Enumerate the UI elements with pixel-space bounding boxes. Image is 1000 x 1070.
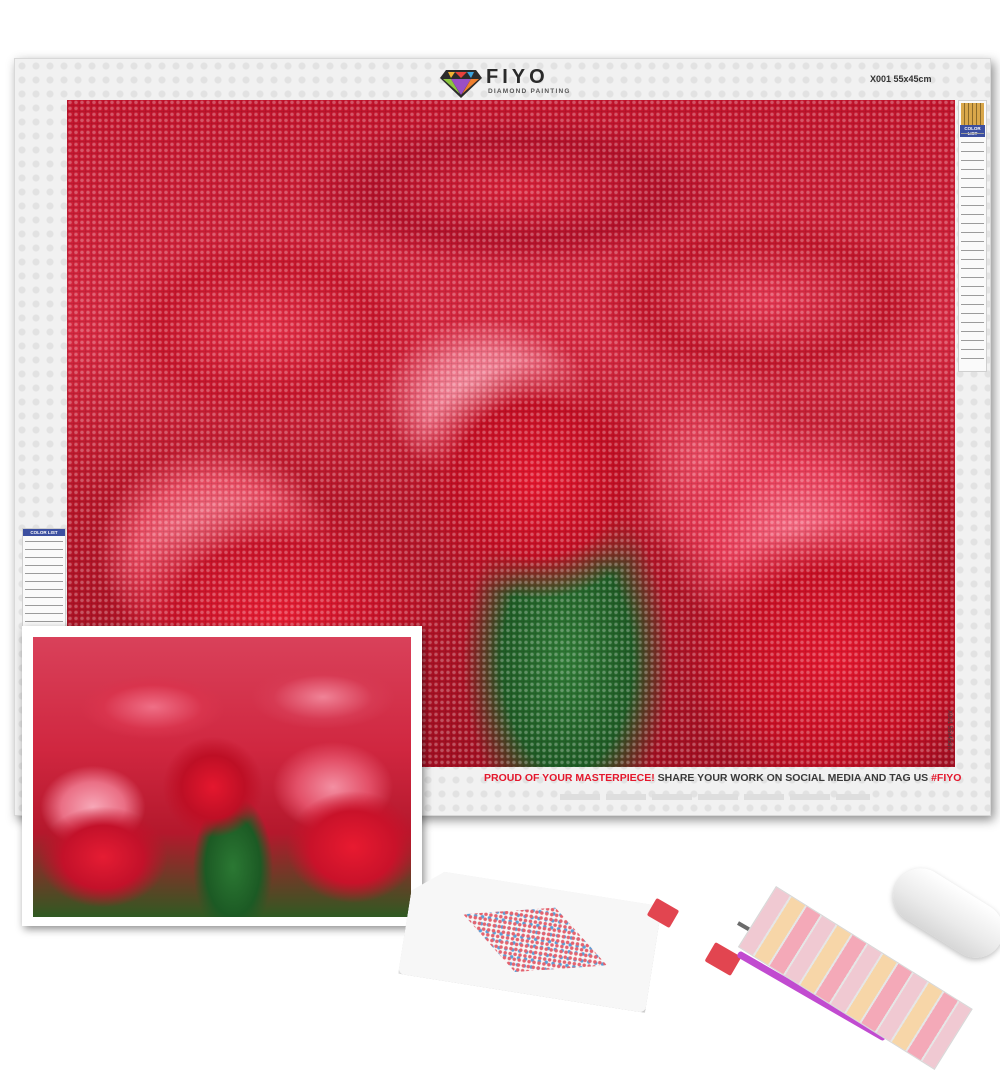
packaging-tube: [882, 858, 1000, 969]
color-list-right: COLOR LIST: [958, 100, 987, 372]
color-list-title: COLOR LIST: [23, 529, 65, 536]
brand-logo: FIYO DIAMOND PAINTING: [440, 66, 600, 100]
diamond-tray: [398, 867, 662, 1013]
footer-highlight: PROUD OF YOUR MASTERPIECE!: [484, 772, 655, 784]
color-list-swatch-strip: [961, 103, 984, 125]
canvas-side-code: X001 55x45cm: [946, 710, 952, 751]
color-list-left: COLOR LIST: [22, 528, 66, 635]
footer-message: PROUD OF YOUR MASTERPIECE! SHARE YOUR WO…: [484, 772, 961, 784]
tulip-reference-photo: [33, 637, 411, 917]
footer-text: SHARE YOUR WORK ON SOCIAL MEDIA AND TAG …: [654, 772, 932, 784]
diamond-logo-icon: [440, 70, 482, 98]
canvas-size-label: X001 55x45cm: [870, 74, 932, 84]
color-list-rows: [25, 541, 63, 630]
brand-tagline: DIAMOND PAINTING: [488, 88, 571, 95]
reference-photo-frame: [22, 626, 422, 926]
color-list-rows: [961, 133, 984, 367]
footer-translations: [560, 789, 870, 805]
footer-tag: #FIYO: [931, 772, 962, 784]
tray-diamonds: [456, 893, 615, 986]
wax-pad: [704, 941, 742, 977]
brand-name: FIYO: [486, 66, 549, 88]
